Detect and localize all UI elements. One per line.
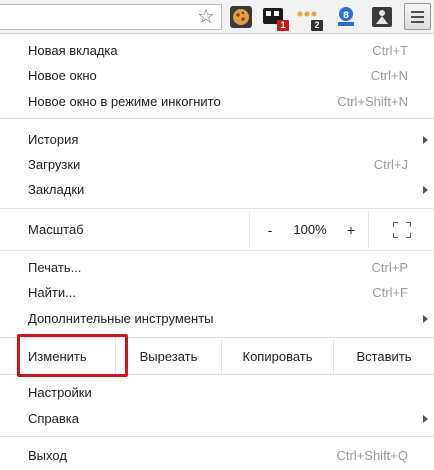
address-bar[interactable]: ☆ xyxy=(0,4,222,30)
extension-badge: 2 xyxy=(311,20,323,31)
menu-item-shortcut: Ctrl+Shift+Q xyxy=(336,448,408,463)
zoom-in-button[interactable]: + xyxy=(340,212,362,248)
menu-item-help[interactable]: Справка xyxy=(0,406,434,431)
menu-item-shortcut: Ctrl+F xyxy=(372,285,408,300)
blue-badge-extension-icon[interactable]: 8 xyxy=(334,5,358,29)
copy-button[interactable]: Копировать xyxy=(221,339,333,375)
menu-item-label: Печать... xyxy=(28,260,82,275)
menu-item-bookmarks[interactable]: Закладки xyxy=(0,177,434,202)
svg-text:8: 8 xyxy=(343,11,349,21)
submenu-arrow-icon xyxy=(423,315,428,323)
submenu-arrow-icon xyxy=(423,415,428,423)
menu-item-label: Новое окно в режиме инкогнито xyxy=(28,94,221,109)
menu-item-shortcut: Ctrl+J xyxy=(373,157,408,172)
menu-item-new-window[interactable]: Новое окно Ctrl+N xyxy=(0,63,434,88)
fullscreen-icon[interactable] xyxy=(393,222,411,238)
menu-zoom-row: Масштаб - 100% + xyxy=(0,212,434,248)
chrome-main-menu: Новая вкладка Ctrl+T Новое окно Ctrl+N Н… xyxy=(0,34,434,470)
menu-separator xyxy=(0,118,434,119)
menu-separator xyxy=(0,436,434,437)
menu-item-label: Справка xyxy=(28,411,79,426)
dots-extension-icon[interactable]: 2 xyxy=(296,5,323,31)
menu-item-label: Закладки xyxy=(28,182,85,197)
menu-item-label: Дополнительные инструменты xyxy=(28,311,214,326)
submenu-arrow-icon xyxy=(423,136,428,144)
menu-separator xyxy=(0,208,434,209)
menu-separator xyxy=(0,250,434,251)
dark-extension-icon[interactable]: 1 xyxy=(262,5,289,31)
menu-item-label: Выход xyxy=(28,448,67,463)
menu-item-new-incognito[interactable]: Новое окно в режиме инкогнито Ctrl+Shift… xyxy=(0,89,434,114)
menu-item-new-tab[interactable]: Новая вкладка Ctrl+T xyxy=(0,38,434,63)
zoom-label: Масштаб xyxy=(28,222,84,237)
menu-item-label: Новая вкладка xyxy=(28,43,118,58)
settings-highlight-box xyxy=(17,334,128,377)
browser-toolbar: ☆ 1 2 8 xyxy=(0,0,434,34)
menu-item-label: Найти... xyxy=(28,285,76,300)
menu-item-print[interactable]: Печать... Ctrl+P xyxy=(0,255,434,280)
zoom-value: 100% xyxy=(293,222,327,237)
menu-item-more-tools[interactable]: Дополнительные инструменты xyxy=(0,306,434,331)
menu-item-shortcut: Ctrl+P xyxy=(371,260,408,275)
menu-item-shortcut: Ctrl+T xyxy=(372,43,408,58)
menu-item-shortcut: Ctrl+Shift+N xyxy=(337,94,408,109)
menu-item-label: Настройки xyxy=(28,385,92,400)
star-icon[interactable]: ☆ xyxy=(195,6,217,28)
menu-item-label: Новое окно xyxy=(28,68,97,83)
menu-item-label: История xyxy=(28,132,79,147)
submenu-arrow-icon xyxy=(423,186,428,194)
menu-item-label: Загрузки xyxy=(28,157,81,172)
zoom-controls: - 100% + xyxy=(249,212,369,248)
menu-item-history[interactable]: История xyxy=(0,127,434,152)
extension-badge: 1 xyxy=(277,20,289,31)
menu-item-settings[interactable]: Настройки xyxy=(0,380,434,405)
paste-button[interactable]: Вставить xyxy=(333,339,434,375)
dark-tool-extension-icon[interactable] xyxy=(370,5,394,29)
cookie-extension-icon[interactable] xyxy=(229,5,253,29)
menu-item-downloads[interactable]: Загрузки Ctrl+J xyxy=(0,152,434,177)
menu-item-exit[interactable]: Выход Ctrl+Shift+Q xyxy=(0,443,434,468)
zoom-out-button[interactable]: - xyxy=(259,212,281,248)
menu-item-shortcut: Ctrl+N xyxy=(370,68,408,83)
menu-item-find[interactable]: Найти... Ctrl+F xyxy=(0,280,434,305)
cut-button[interactable]: Вырезать xyxy=(115,339,221,375)
hamburger-menu-icon[interactable] xyxy=(404,3,431,30)
